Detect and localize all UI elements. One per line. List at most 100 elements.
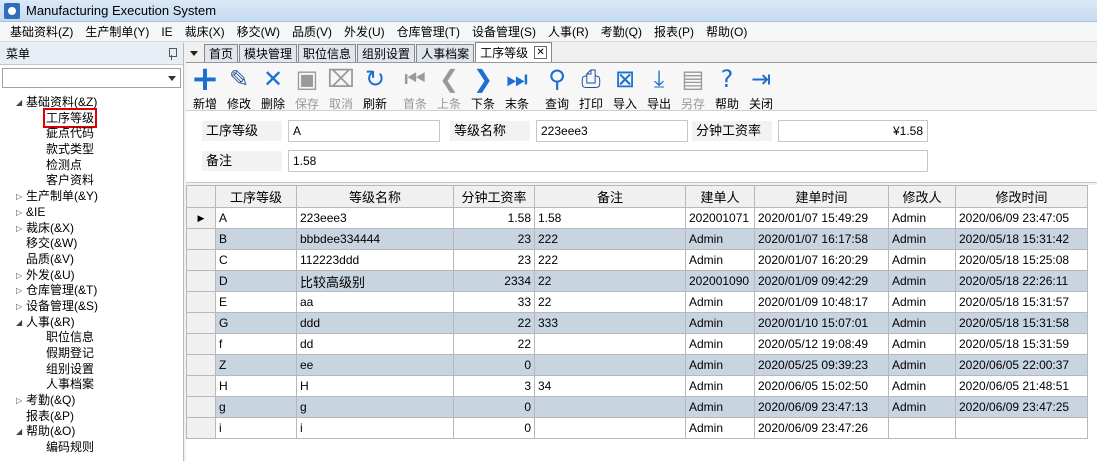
chevron-down-icon[interactable] xyxy=(168,76,176,81)
table-cell[interactable]: 23 xyxy=(453,249,535,271)
table-row[interactable]: Eaa 33 22 Admin 2020/01/09 10:48:17 Admin 2020… xyxy=(186,291,1088,313)
table-cell[interactable]: Admin xyxy=(685,249,755,271)
table-cell[interactable]: 22 xyxy=(534,270,686,292)
table-cell[interactable]: Admin xyxy=(888,291,956,313)
table-cell[interactable]: Admin xyxy=(685,291,755,313)
help-button[interactable]: ? 帮助 xyxy=(710,63,744,111)
menu-item-4[interactable]: 移交(W) xyxy=(231,23,286,40)
table-row[interactable]: D 比较高级别 2334 22 202001090 2020/01/09 09:42:29… xyxy=(186,270,1088,292)
tree-item[interactable]: 品质(&V) xyxy=(0,252,183,268)
table-cell[interactable]: 2020/05/18 15:31:59 xyxy=(955,333,1088,355)
collapse-icon[interactable]: ◢ xyxy=(16,95,22,111)
table-cell[interactable]: 0 xyxy=(453,396,535,418)
table-cell[interactable]: 3 xyxy=(453,375,535,397)
table-cell[interactable]: 34 xyxy=(534,375,686,397)
pin-icon[interactable] xyxy=(167,47,177,60)
tree-item[interactable]: 检测点 xyxy=(0,158,183,174)
table-cell[interactable]: Admin xyxy=(685,354,755,376)
row-header[interactable]: ▶ xyxy=(186,207,216,229)
expand-icon[interactable]: ▷ xyxy=(16,299,22,315)
tree-item[interactable]: ▷ 设备管理(&S) xyxy=(0,299,183,315)
column-header-4[interactable]: 建单人 xyxy=(685,185,755,208)
table-cell[interactable]: D xyxy=(215,270,297,292)
table-cell[interactable]: 2020/01/10 15:07:01 xyxy=(754,312,889,334)
table-cell[interactable]: 22 xyxy=(453,312,535,334)
row-header[interactable] xyxy=(186,396,216,418)
table-cell[interactable]: 2020/01/07 16:17:58 xyxy=(754,228,889,250)
table-row[interactable]: f dd 22 Admin 2020/05/12 19:08:49 Admin 2020/0… xyxy=(186,333,1088,355)
table-cell[interactable]: A xyxy=(215,207,297,229)
expand-icon[interactable]: ▷ xyxy=(16,221,22,237)
table-cell[interactable]: Z xyxy=(215,354,297,376)
row-header[interactable] xyxy=(186,417,216,439)
table-cell[interactable]: 比较高级别 xyxy=(296,270,454,292)
tab-2[interactable]: 职位信息 xyxy=(298,44,357,62)
table-cell[interactable]: Admin xyxy=(888,270,956,292)
table-cell[interactable]: B xyxy=(215,228,297,250)
expand-icon[interactable]: ▷ xyxy=(16,268,22,284)
table-cell[interactable]: 2020/01/09 09:42:29 xyxy=(754,270,889,292)
table-cell[interactable]: Admin xyxy=(685,375,755,397)
table-cell[interactable]: Admin xyxy=(685,333,755,355)
tree-item[interactable]: 款式类型 xyxy=(0,142,183,158)
expand-icon[interactable]: ▷ xyxy=(16,283,22,299)
table-cell[interactable]: 2020/06/05 22:00:37 xyxy=(955,354,1088,376)
table-cell[interactable]: bbbdee334444 xyxy=(296,228,454,250)
table-cell[interactable]: ddd xyxy=(296,312,454,334)
next-button[interactable]: ❯ 下条 xyxy=(466,63,500,111)
table-cell[interactable]: 0 xyxy=(453,354,535,376)
table-cell[interactable]: 1.58 xyxy=(534,207,686,229)
menu-item-10[interactable]: 考勤(Q) xyxy=(595,23,648,40)
table-row[interactable]: H H 3 34 Admin 2020/06/05 15:02:50 Admin 2020/0… xyxy=(186,375,1088,397)
tab-5[interactable]: 工序等级 ✕ xyxy=(475,42,553,62)
table-row[interactable]: i i 0 Admin 2020/06/09 23:47:26 xyxy=(186,417,1088,439)
row-header[interactable] xyxy=(186,249,216,271)
table-cell[interactable]: 222 xyxy=(534,228,686,250)
table-cell[interactable]: 22 xyxy=(534,291,686,313)
row-header[interactable] xyxy=(186,270,216,292)
row-header[interactable] xyxy=(186,312,216,334)
table-cell[interactable]: Admin xyxy=(685,396,755,418)
table-cell[interactable]: H xyxy=(296,375,454,397)
tree-item[interactable]: ◢ 基础资料(&Z) xyxy=(0,95,183,111)
table-cell[interactable]: Admin xyxy=(685,312,755,334)
print-button[interactable]: ⎙ 打印 xyxy=(574,63,608,111)
table-cell[interactable]: Admin xyxy=(888,396,956,418)
table-cell[interactable]: f xyxy=(215,333,297,355)
tree-item[interactable]: ▷ 裁床(&X) xyxy=(0,221,183,237)
menu-filter-combo[interactable] xyxy=(2,68,181,88)
table-cell[interactable]: Admin xyxy=(888,354,956,376)
table-row[interactable]: Bbbbdee334444 23 222 Admin 2020/01/07 16:17:… xyxy=(186,228,1088,250)
row-header[interactable] xyxy=(186,228,216,250)
table-cell[interactable]: Admin xyxy=(888,312,956,334)
column-header-2[interactable]: 分钟工资率 xyxy=(453,185,535,208)
menu-item-0[interactable]: 基础资料(Z) xyxy=(4,23,79,40)
expand-icon[interactable]: ▷ xyxy=(16,205,22,221)
table-cell[interactable]: Admin xyxy=(888,375,956,397)
menu-item-6[interactable]: 外发(U) xyxy=(338,23,391,40)
expand-icon[interactable]: ▷ xyxy=(16,189,22,205)
close-button[interactable]: ⇥ 关闭 xyxy=(744,63,778,111)
column-header-0[interactable]: 工序等级 xyxy=(215,185,297,208)
table-cell[interactable]: 23 xyxy=(453,228,535,250)
menu-item-7[interactable]: 仓库管理(T) xyxy=(391,23,466,40)
save-button[interactable]: ▣ 保存 xyxy=(290,63,324,111)
table-cell[interactable]: G xyxy=(215,312,297,334)
menu-item-12[interactable]: 帮助(O) xyxy=(700,23,753,40)
table-cell[interactable]: Admin xyxy=(888,207,956,229)
table-cell[interactable] xyxy=(534,333,686,355)
tree-item[interactable]: ◢ 人事(&R) xyxy=(0,315,183,331)
table-cell[interactable]: 2020/06/09 23:47:26 xyxy=(754,417,889,439)
column-header-3[interactable]: 备注 xyxy=(534,185,686,208)
table-cell[interactable]: 2020/05/18 15:31:58 xyxy=(955,312,1088,334)
tree-item[interactable]: 客户资料 xyxy=(0,173,183,189)
table-cell[interactable]: 2334 xyxy=(453,270,535,292)
cancel-button[interactable]: ⌧ 取消 xyxy=(324,63,358,111)
table-cell[interactable]: Admin xyxy=(888,333,956,355)
table-cell[interactable]: 22 xyxy=(453,333,535,355)
table-cell[interactable]: 2020/01/09 10:48:17 xyxy=(754,291,889,313)
table-row[interactable]: C 112223ddd 23 222 Admin 2020/01/07 16:20:29 A… xyxy=(186,249,1088,271)
tree-item[interactable]: 人事档案 xyxy=(0,377,183,393)
table-cell[interactable]: 2020/01/07 15:49:29 xyxy=(754,207,889,229)
table-cell[interactable]: 2020/05/18 15:25:08 xyxy=(955,249,1088,271)
